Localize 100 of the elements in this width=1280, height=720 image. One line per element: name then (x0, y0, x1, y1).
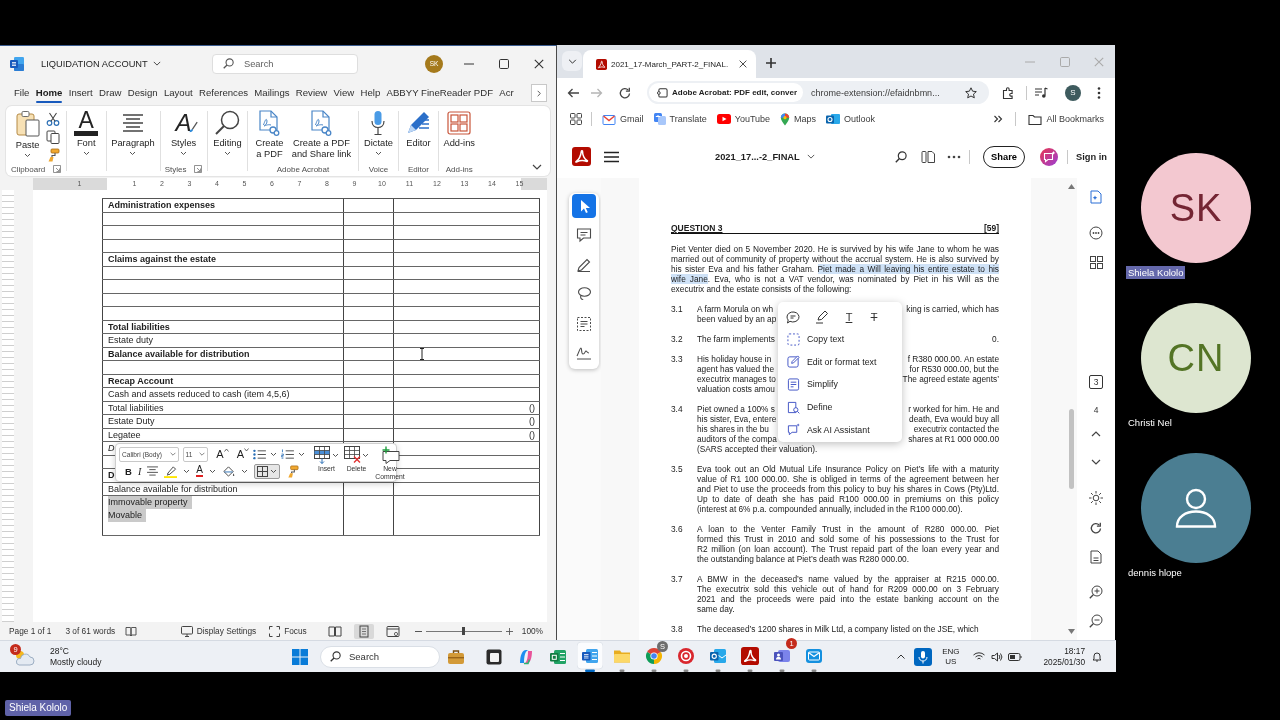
ribbon-button[interactable]: Create a PDF (252, 110, 287, 162)
ribbon-button[interactable]: Editing (212, 110, 243, 162)
ribbon-tab[interactable]: Layout (163, 82, 193, 104)
share-button[interactable]: Share (983, 145, 1025, 168)
print-view-icon[interactable] (353, 623, 374, 639)
ribbon-button[interactable]: Dictate (363, 110, 394, 162)
battery-icon[interactable] (1008, 652, 1023, 661)
zoom-level[interactable]: 100% (521, 626, 543, 636)
highlighter-icon[interactable] (815, 310, 829, 324)
copy-icon[interactable] (45, 130, 60, 144)
new-tab-icon[interactable] (766, 58, 776, 68)
ribbon-button[interactable]: Add-ins (443, 110, 475, 162)
ribbon-tab[interactable]: Acr (499, 82, 514, 104)
copilot-icon[interactable] (517, 647, 535, 666)
scissors-icon[interactable] (45, 112, 60, 126)
page-number[interactable]: 4 (1089, 403, 1103, 417)
bookmark-link[interactable]: Maps (780, 112, 817, 126)
bookmark-link[interactable]: Translate (653, 113, 707, 125)
chevron-up-icon[interactable] (1091, 431, 1101, 437)
bold-icon[interactable]: B (125, 465, 132, 477)
chevron-up-icon[interactable] (897, 654, 906, 659)
minimize-icon[interactable] (463, 62, 474, 65)
comment-icon[interactable] (1089, 226, 1103, 240)
ribbon-button[interactable]: A Styles (168, 110, 199, 162)
cursor-icon[interactable] (572, 194, 596, 218)
ribbon-tab[interactable]: File (14, 82, 30, 104)
word-app-icon[interactable] (577, 641, 603, 672)
ribbon-tab[interactable]: Draw (99, 82, 122, 104)
url-text[interactable]: chrome-extension://efaidnbmn... (811, 87, 940, 98)
close-icon[interactable] (533, 58, 544, 69)
all-bookmarks-link[interactable]: All Bookmarks (1028, 113, 1104, 125)
star-icon[interactable] (965, 86, 977, 99)
ribbon-tab[interactable]: Home (35, 82, 63, 104)
scrollbar-thumb[interactable] (1069, 409, 1074, 489)
media-icon[interactable] (1034, 86, 1048, 99)
bookmark-link[interactable]: YouTube (716, 114, 771, 124)
volume-icon[interactable] (991, 651, 1004, 662)
weather-condition[interactable]: Mostly cloudy (50, 656, 102, 668)
microphone-icon[interactable] (914, 647, 933, 666)
ai-assistant-icon[interactable] (1040, 147, 1058, 166)
close-icon[interactable] (739, 60, 747, 68)
strikethrough-icon[interactable]: T (869, 311, 879, 323)
more-icon[interactable] (1097, 86, 1101, 99)
briefcase-icon[interactable] (447, 647, 465, 666)
zoom-out-icon[interactable] (1089, 614, 1103, 628)
page-number[interactable]: 3 (1089, 375, 1103, 389)
word-count[interactable]: 3 of 61 words (65, 626, 116, 636)
more-icon[interactable] (947, 154, 961, 159)
search-icon[interactable] (895, 150, 907, 163)
bookmark-link[interactable]: Outlook (826, 113, 876, 125)
ribbon-tab[interactable]: View (333, 82, 355, 104)
numbered-list-icon[interactable] (281, 448, 294, 460)
document-icon[interactable] (1089, 550, 1103, 564)
align-center-icon[interactable] (147, 466, 159, 476)
file-name-menu[interactable]: 2021_17...-2_FINAL (715, 151, 815, 162)
ribbon-tab[interactable]: Help (360, 82, 381, 104)
spreadsheet-app-icon[interactable] (549, 647, 567, 666)
sign-in-link[interactable]: Sign in (1076, 151, 1107, 162)
menu-item[interactable]: Simplify (778, 373, 902, 396)
ribbon-button[interactable]: Create a PDF and Share link (289, 110, 354, 162)
scroll-up-icon[interactable] (1068, 184, 1075, 189)
browser-tab[interactable]: 2021_17-March_PART-2_FINAL. (583, 50, 756, 78)
focus-button[interactable]: Focus (269, 625, 307, 637)
ribbon-tab[interactable]: Insert (68, 82, 93, 104)
grid-icon[interactable] (1089, 255, 1103, 269)
zoom-slider-thumb[interactable] (462, 627, 466, 635)
chevrons-icon[interactable] (993, 114, 1004, 124)
ribbon-tab[interactable]: ABBYY FineReader PDF (386, 82, 494, 104)
zoom-slider[interactable] (425, 627, 502, 635)
rotate-icon[interactable] (1090, 522, 1102, 534)
collapse-ribbon-icon[interactable] (532, 164, 542, 170)
wifi-icon[interactable] (973, 652, 986, 661)
page-count[interactable]: Page 1 of 1 (9, 626, 52, 636)
bulleted-list-icon[interactable] (253, 448, 266, 460)
menu-item[interactable]: Edit or format text (778, 350, 902, 374)
scroll-down-icon[interactable] (1068, 629, 1075, 634)
reload-icon[interactable] (619, 86, 631, 99)
apps-grid-icon[interactable] (570, 113, 582, 125)
ribbon-tab[interactable]: Review (295, 82, 328, 104)
input-language[interactable]: ENG US (942, 646, 960, 667)
profile-avatar[interactable]: S (1065, 84, 1081, 101)
address-bar[interactable]: Adobe Acrobat: PDF edit, conver chrome-extension://efaidnbmn... (647, 81, 989, 104)
italic-icon[interactable]: I (137, 465, 142, 477)
underline-icon[interactable]: T (844, 311, 854, 323)
menu-item[interactable]: Define (778, 395, 902, 419)
search-field[interactable]: Search (320, 645, 440, 668)
display-settings-button[interactable]: Display Settings (180, 625, 257, 637)
caret-icon[interactable] (208, 468, 216, 474)
chevron-down-icon[interactable] (1091, 459, 1101, 465)
ribbon-tab[interactable]: Design (127, 82, 158, 104)
sun-icon[interactable] (1089, 491, 1103, 505)
proofing-icon[interactable] (125, 625, 138, 637)
document-title[interactable]: LIQUIDATION ACCOUNT (41, 58, 148, 69)
acrobat-logo-icon[interactable] (572, 147, 591, 166)
site-info-chip[interactable]: Adobe Acrobat: PDF edit, conver (649, 83, 804, 102)
clock[interactable]: 18:17 2025/01/30 (1043, 645, 1085, 668)
caret-icon[interactable] (240, 468, 248, 474)
zoom-in-icon[interactable] (1089, 585, 1103, 599)
caret-icon[interactable] (183, 468, 191, 474)
ribbon-button[interactable]: Paste (12, 110, 43, 162)
